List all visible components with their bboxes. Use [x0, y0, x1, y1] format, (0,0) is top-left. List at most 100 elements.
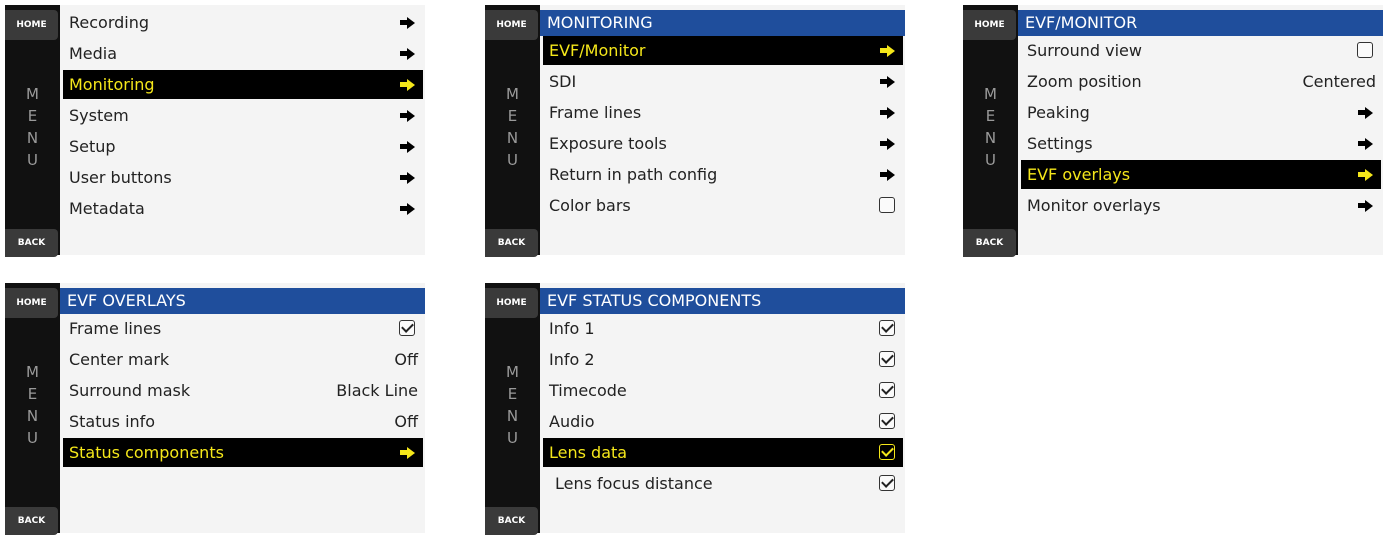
checkbox[interactable] — [879, 475, 895, 491]
checkmark-icon — [881, 351, 894, 364]
checkmark-icon — [881, 413, 894, 426]
menu-letter: E — [985, 107, 996, 125]
menu-item-return-in-path-config[interactable]: Return in path config — [543, 160, 903, 189]
home-button[interactable]: HOME — [963, 10, 1016, 40]
back-button[interactable]: BACK — [5, 229, 58, 257]
checkbox[interactable] — [1357, 42, 1373, 58]
menu-letter: M — [984, 85, 997, 103]
arrow-right-icon — [1358, 138, 1373, 150]
menu-item-exposure-tools[interactable]: Exposure tools — [543, 129, 903, 158]
menu-item-label: Media — [69, 44, 118, 63]
home-button[interactable]: HOME — [5, 288, 58, 318]
checkbox[interactable] — [879, 351, 895, 367]
checkmark-icon — [881, 382, 894, 395]
menu-item-label: Surround mask — [69, 381, 191, 400]
menu-item-sdi[interactable]: SDI — [543, 67, 903, 96]
arrow-right-icon — [400, 48, 415, 60]
arrow-right-icon — [880, 76, 895, 88]
menu-item-settings[interactable]: Settings — [1021, 129, 1381, 158]
menu-letter: E — [27, 385, 38, 403]
menu-item-monitoring[interactable]: Monitoring — [63, 70, 423, 99]
menu-item-lens-focus-distance[interactable]: Lens focus distance — [543, 469, 903, 498]
menu-item-value: Off — [394, 412, 418, 431]
menu-item-label: Frame lines — [69, 319, 162, 338]
menu-item-evf-monitor[interactable]: EVF/Monitor — [543, 36, 903, 65]
menu-item-frame-lines[interactable]: Frame lines — [543, 98, 903, 127]
menu-item-surround-view[interactable]: Surround view — [1021, 36, 1381, 65]
menu-letter: U — [507, 151, 518, 169]
arrow-right-icon — [880, 45, 895, 57]
menu-item-center-mark[interactable]: Center mark Off — [63, 345, 423, 374]
menu-item-label: System — [69, 106, 129, 125]
arrow-right-icon — [400, 141, 415, 153]
arrow-right-icon — [400, 172, 415, 184]
back-button[interactable]: BACK — [5, 507, 58, 535]
arrow-right-icon — [1358, 169, 1373, 181]
menu-item-label: Peaking — [1027, 103, 1090, 122]
menu-letter: M — [26, 85, 39, 103]
menu-item-label: Center mark — [69, 350, 170, 369]
menu-item-recording[interactable]: Recording — [63, 8, 423, 37]
menu-panel-5: HOME M E N U BACK EVF STATUS COMPONENTS Info 1 I… — [485, 283, 905, 535]
menu-item-label: EVF overlays — [1027, 165, 1131, 184]
checkbox[interactable] — [399, 320, 415, 336]
checkbox[interactable] — [879, 197, 895, 213]
menu-item-peaking[interactable]: Peaking — [1021, 98, 1381, 127]
home-button[interactable]: HOME — [485, 10, 538, 40]
menu-item-label: Frame lines — [549, 103, 642, 122]
menu-panel-4: HOME M E N U BACK EVF OVERLAYS Frame lines Cente… — [5, 283, 425, 535]
menu-item-metadata[interactable]: Metadata — [63, 194, 423, 223]
menu-item-label: Settings — [1027, 134, 1093, 153]
menu-item-label: Exposure tools — [549, 134, 667, 153]
menu-item-user-buttons[interactable]: User buttons — [63, 163, 423, 192]
checkmark-icon — [881, 444, 894, 457]
menu-item-status-info[interactable]: Status info Off — [63, 407, 423, 436]
menu-item-timecode[interactable]: Timecode — [543, 376, 903, 405]
arrow-right-icon — [880, 107, 895, 119]
menu-letter: N — [984, 129, 997, 147]
menu-item-label: Metadata — [69, 199, 145, 218]
back-button[interactable]: BACK — [485, 229, 538, 257]
checkbox[interactable] — [879, 413, 895, 429]
menu-item-label: Monitoring — [69, 75, 155, 94]
menu-vertical-label: MENU — [5, 83, 60, 171]
menu-item-value: Off — [394, 350, 418, 369]
menu-item-surround-mask[interactable]: Surround mask Black Line — [63, 376, 423, 405]
back-button[interactable]: BACK — [485, 507, 538, 535]
home-button[interactable]: HOME — [5, 10, 58, 40]
menu-item-label: Surround view — [1027, 41, 1142, 60]
menu-item-label: Audio — [549, 412, 595, 431]
home-button[interactable]: HOME — [485, 288, 538, 318]
menu-item-frame-lines[interactable]: Frame lines — [63, 314, 423, 343]
menu-panel-3: HOME M E N U BACK EVF/MONITOR Surround view Zoom… — [963, 5, 1383, 257]
menu-vertical-label: MENU — [485, 361, 540, 449]
menu-item-color-bars[interactable]: Color bars — [543, 191, 903, 220]
menu-item-label: Info 2 — [549, 350, 595, 369]
menu-item-audio[interactable]: Audio — [543, 407, 903, 436]
checkbox[interactable] — [879, 382, 895, 398]
arrow-right-icon — [880, 169, 895, 181]
menu-item-info-1[interactable]: Info 1 — [543, 314, 903, 343]
menu-item-monitor-overlays[interactable]: Monitor overlays — [1021, 191, 1381, 220]
arrow-right-icon — [400, 447, 415, 459]
menu-item-system[interactable]: System — [63, 101, 423, 130]
checkbox[interactable] — [879, 444, 895, 460]
menu-letter: M — [506, 363, 519, 381]
menu-letter: M — [26, 363, 39, 381]
menu-item-label: User buttons — [69, 168, 172, 187]
menu-item-lens-data[interactable]: Lens data — [543, 438, 903, 467]
menu-item-zoom-position[interactable]: Zoom position Centered — [1021, 67, 1381, 96]
menu-item-status-components[interactable]: Status components — [63, 438, 423, 467]
menu-item-label: Monitor overlays — [1027, 196, 1161, 215]
menu-item-label: Timecode — [549, 381, 627, 400]
menu-letter: N — [506, 407, 519, 425]
back-button[interactable]: BACK — [963, 229, 1016, 257]
menu-item-setup[interactable]: Setup — [63, 132, 423, 161]
menu-item-evf-overlays[interactable]: EVF overlays — [1021, 160, 1381, 189]
menu-item-info-2[interactable]: Info 2 — [543, 345, 903, 374]
menu-item-media[interactable]: Media — [63, 39, 423, 68]
arrow-right-icon — [400, 110, 415, 122]
arrow-right-icon — [400, 79, 415, 91]
checkbox[interactable] — [879, 320, 895, 336]
menu-item-label: Color bars — [549, 196, 631, 215]
